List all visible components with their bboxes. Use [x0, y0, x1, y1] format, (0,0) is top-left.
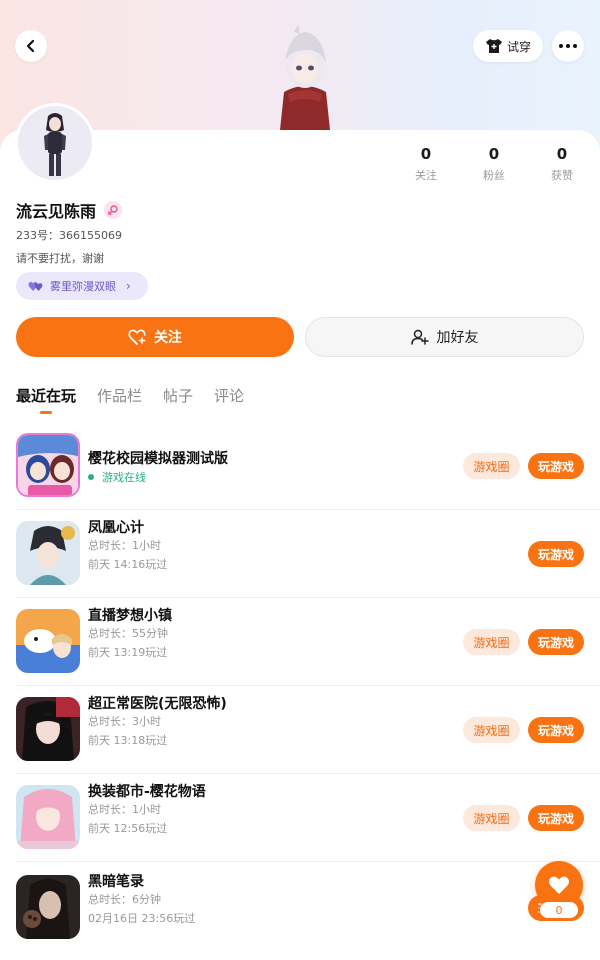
game-last-played: 前天 13:19玩过 — [88, 646, 168, 659]
game-circle-button[interactable]: 游戏圈 — [463, 805, 520, 831]
online-dot-icon — [88, 474, 94, 480]
profile-name: 流云见陈雨 — [16, 202, 97, 221]
play-game-button[interactable]: 玩游戏 — [528, 629, 584, 655]
game-icon-image — [16, 875, 80, 939]
play-game-button[interactable]: 玩游戏 — [528, 541, 584, 567]
game-icon-image — [16, 433, 80, 497]
game-title: 凤凰心计 — [88, 520, 144, 536]
stat-label: 粉丝 — [483, 169, 505, 182]
game-last-played: 前天 14:16玩过 — [88, 558, 168, 571]
stat-count: 0 — [488, 145, 500, 163]
try-on-label: 试穿 — [506, 39, 531, 54]
relationship-tag-label: 雾里弥漫双眼 — [50, 280, 116, 293]
game-duration: 总时长：55分钟 — [88, 627, 168, 640]
stat-label: 获赞 — [551, 169, 573, 182]
user-id: 233号：366155069 — [16, 227, 122, 243]
follow-button-label: 关注 — [154, 330, 182, 346]
add-friend-button[interactable]: 加好友 — [305, 317, 584, 357]
heart-plus-icon — [128, 329, 146, 345]
game-icon-image — [16, 697, 80, 761]
game-online-status: 游戏在线 — [88, 469, 146, 485]
avatar[interactable] — [15, 103, 95, 183]
game-circle-button[interactable]: 游戏圈 — [463, 717, 520, 743]
profile-name-row: 流云见陈雨 — [16, 198, 123, 222]
game-last-played: 前天 12:56玩过 — [88, 822, 168, 835]
female-gender-icon — [104, 201, 123, 219]
game-title: 黑暗笔录 — [88, 874, 144, 890]
double-heart-icon — [28, 281, 43, 291]
tab-recently-played[interactable]: 最近在玩 — [16, 385, 76, 414]
add-friend-label: 加好友 — [436, 330, 479, 346]
try-on-button[interactable]: 试穿 — [473, 30, 543, 62]
game-title: 超正常医院(无限恐怖) — [88, 696, 227, 712]
game-duration: 总时长：6分钟 — [88, 893, 161, 906]
more-button[interactable] — [552, 30, 584, 62]
game-circle-button[interactable]: 游戏圈 — [463, 629, 520, 655]
game-duration: 总时长：1小时 — [88, 803, 161, 816]
game-icon-image — [16, 609, 80, 673]
game-status: 游戏在线 — [102, 471, 146, 484]
tab-posts[interactable]: 帖子 — [163, 385, 193, 414]
stat-followers[interactable]: 0 粉丝 — [464, 145, 524, 183]
add-user-icon — [410, 329, 429, 345]
stat-following[interactable]: 0 关注 — [396, 145, 456, 183]
avatar-image — [18, 106, 92, 180]
stat-count: 0 — [556, 145, 568, 163]
game-title: 直播梦想小镇 — [88, 608, 172, 624]
game-last-played: 前天 13:18玩过 — [88, 734, 168, 747]
more-dots-icon — [559, 44, 577, 48]
game-title: 换装都市-樱花物语 — [88, 784, 206, 800]
game-duration: 总时长：1小时 — [88, 539, 161, 552]
list-item[interactable]: 黑暗笔录 总时长：6分钟 02月16日 23:56玩过 玩游戏 — [0, 862, 600, 950]
user-id-value: 366155069 — [59, 229, 122, 242]
play-game-button[interactable]: 玩游戏 — [528, 805, 584, 831]
profile-tabs: 最近在玩 作品栏 帖子 评论 — [16, 385, 244, 414]
like-count-badge: 0 — [539, 901, 579, 919]
chevron-right-icon: › — [126, 279, 131, 293]
list-item[interactable]: 凤凰心计 总时长：1小时 前天 14:16玩过 玩游戏 — [0, 510, 600, 598]
stat-likes[interactable]: 0 获赞 — [532, 145, 592, 183]
game-icon-image — [16, 785, 80, 849]
game-icon-image — [16, 521, 80, 585]
stat-label: 关注 — [415, 169, 437, 182]
play-game-button[interactable]: 玩游戏 — [528, 717, 584, 743]
play-game-button[interactable]: 玩游戏 — [528, 453, 584, 479]
list-item[interactable]: 超正常医院(无限恐怖) 总时长：3小时 前天 13:18玩过 游戏圈 玩游戏 — [0, 686, 600, 774]
tab-comments[interactable]: 评论 — [214, 385, 244, 414]
stat-count: 0 — [420, 145, 432, 163]
user-id-label: 233号： — [16, 229, 59, 242]
list-item[interactable]: 直播梦想小镇 总时长：55分钟 前天 13:19玩过 游戏圈 玩游戏 — [0, 598, 600, 686]
tshirt-icon — [485, 39, 502, 53]
game-circle-button[interactable]: 游戏圈 — [463, 453, 520, 479]
heart-icon — [549, 876, 569, 894]
follow-button[interactable]: 关注 — [16, 317, 294, 357]
list-item[interactable]: 樱花校园模拟器测试版 游戏在线 游戏圈 玩游戏 — [0, 422, 600, 510]
profile-bio: 请不要打扰，谢谢 — [16, 252, 104, 265]
back-button[interactable] — [15, 30, 47, 62]
list-item[interactable]: 换装都市-樱花物语 总时长：1小时 前天 12:56玩过 游戏圈 玩游戏 — [0, 774, 600, 862]
chevron-left-icon — [26, 39, 35, 53]
relationship-tag[interactable]: 雾里弥漫双眼 › — [16, 272, 148, 300]
game-last-played: 02月16日 23:56玩过 — [88, 912, 196, 925]
game-title: 樱花校园模拟器测试版 — [88, 451, 228, 467]
avatar-character-image — [280, 25, 330, 130]
tab-works[interactable]: 作品栏 — [97, 385, 142, 414]
game-duration: 总时长：3小时 — [88, 715, 161, 728]
